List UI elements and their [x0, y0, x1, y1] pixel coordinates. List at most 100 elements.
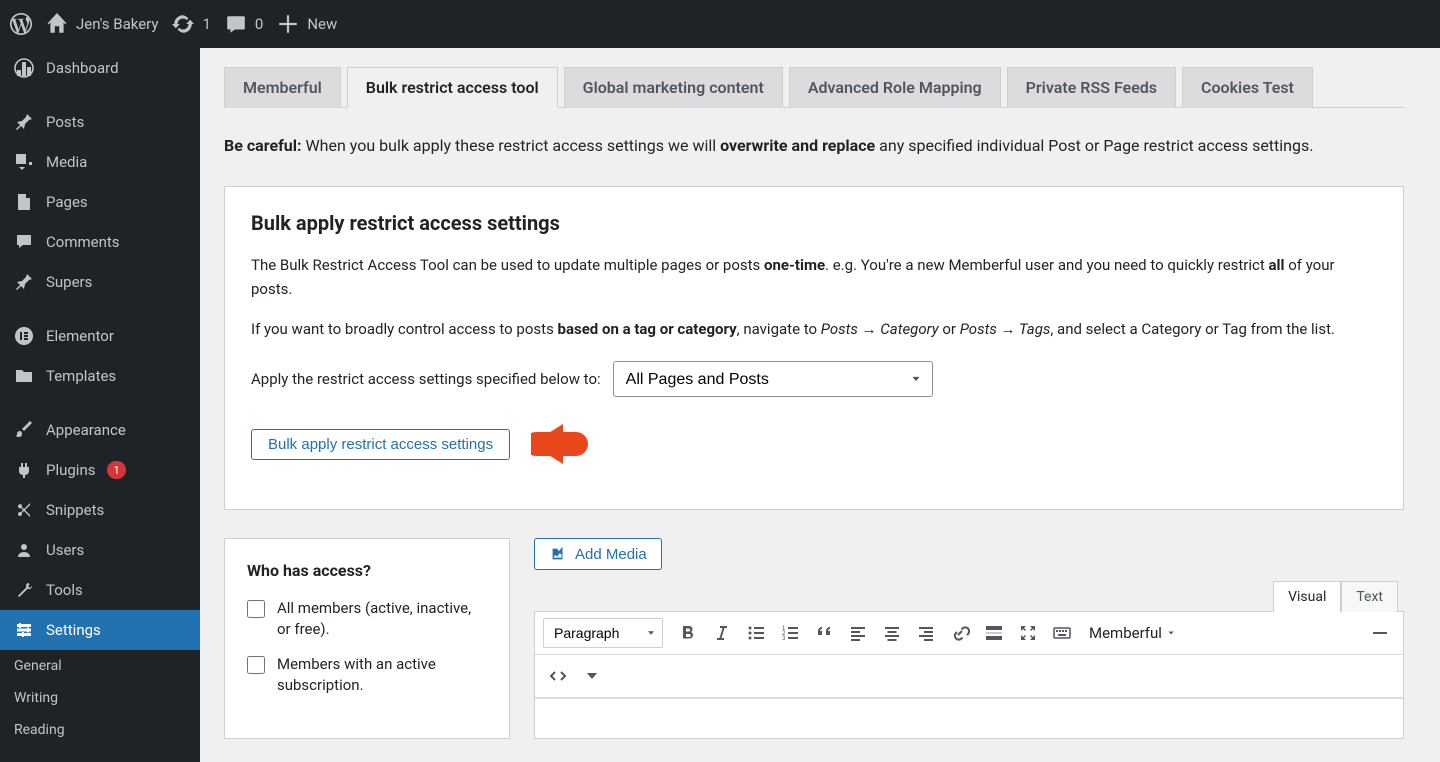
sidebar-item-label: Users — [46, 541, 84, 559]
new-label: New — [307, 15, 337, 33]
access-option-active-sub[interactable]: Members with an active subscription. — [247, 654, 487, 696]
sidebar-item-users[interactable]: Users — [0, 530, 200, 570]
admin-bar: Jen's Bakery 1 0 New — [0, 0, 1440, 48]
bulk-apply-button[interactable]: Bulk apply restrict access settings — [251, 429, 510, 460]
sidebar-item-settings[interactable]: Settings — [0, 610, 200, 650]
fullscreen-icon — [1018, 623, 1038, 643]
sidebar-item-elementor[interactable]: Elementor — [0, 316, 200, 356]
minus-icon — [1370, 623, 1390, 643]
bold-button[interactable] — [673, 618, 703, 648]
wrench-icon — [14, 580, 34, 600]
sidebar-item-supers[interactable]: Supers — [0, 262, 200, 302]
active-sub-checkbox[interactable] — [247, 656, 265, 674]
italic-icon — [712, 623, 732, 643]
editor-tab-text[interactable]: Text — [1341, 581, 1398, 612]
comments-count: 0 — [255, 15, 263, 33]
blockquote-button[interactable] — [809, 618, 839, 648]
italic-button[interactable] — [707, 618, 737, 648]
sidebar-item-label: Media — [46, 153, 87, 171]
plugins-badge: 1 — [107, 461, 125, 479]
align-left-icon — [848, 623, 868, 643]
elementor-icon — [14, 326, 34, 346]
sidebar-item-dashboard[interactable]: Dashboard — [0, 48, 200, 88]
keyboard-button[interactable] — [1047, 618, 1077, 648]
sidebar-item-appearance[interactable]: Appearance — [0, 410, 200, 450]
sidebar-item-label: Dashboard — [46, 59, 119, 77]
sidebar-item-pages[interactable]: Pages — [0, 182, 200, 222]
numbered-list-button[interactable]: 123 — [775, 618, 805, 648]
more-toolbar-button[interactable] — [577, 661, 607, 691]
new-link[interactable]: New — [277, 13, 337, 35]
align-center-button[interactable] — [877, 618, 907, 648]
editor-area: Add Media Visual Text Paragraph — [534, 538, 1404, 739]
sidebar-item-comments[interactable]: Comments — [0, 222, 200, 262]
tab-global-marketing[interactable]: Global marketing content — [564, 67, 783, 108]
editor-canvas[interactable] — [535, 698, 1403, 738]
sidebar-item-label: Pages — [46, 193, 88, 211]
editor-box: Paragraph 123 — [534, 611, 1404, 739]
code-button[interactable] — [543, 661, 573, 691]
sidebar-item-label: Snippets — [46, 501, 104, 519]
sidebar-sub-writing[interactable]: Writing — [0, 682, 200, 714]
who-has-access-panel: Who has access? All members (active, ina… — [224, 538, 510, 739]
sidebar-sub-general[interactable]: General — [0, 650, 200, 682]
editor-toolbar-2 — [535, 655, 1403, 698]
apply-target-select[interactable]: All Pages and Posts — [613, 361, 933, 397]
sidebar-item-templates[interactable]: Templates — [0, 356, 200, 396]
plug-icon — [14, 460, 34, 480]
chevron-down-icon — [1166, 628, 1176, 638]
comment-icon — [14, 232, 34, 252]
editor-tab-visual[interactable]: Visual — [1273, 581, 1341, 612]
list-ol-icon: 123 — [780, 623, 800, 643]
chevron-down-icon — [582, 666, 602, 686]
tab-memberful[interactable]: Memberful — [224, 67, 341, 108]
sidebar-item-plugins[interactable]: Plugins 1 — [0, 450, 200, 490]
pin-icon — [14, 272, 34, 292]
access-option-all-members[interactable]: All members (active, inactive, or free). — [247, 598, 487, 640]
align-left-button[interactable] — [843, 618, 873, 648]
bulk-apply-panel: Bulk apply restrict access settings The … — [224, 186, 1404, 510]
sidebar-item-snippets[interactable]: Snippets — [0, 490, 200, 530]
tab-nav: Memberful Bulk restrict access tool Glob… — [224, 66, 1404, 108]
comments-link[interactable]: 0 — [225, 13, 263, 35]
sidebar-item-label: Settings — [46, 621, 101, 639]
sidebar-item-label: Plugins — [46, 461, 95, 479]
sidebar-item-media[interactable]: Media — [0, 142, 200, 182]
tab-bulk-restrict[interactable]: Bulk restrict access tool — [347, 67, 558, 108]
toolbar-toggle-button[interactable] — [1365, 618, 1395, 648]
user-icon — [14, 540, 34, 560]
sidebar-item-label: Appearance — [46, 421, 126, 439]
readmore-icon — [984, 623, 1004, 643]
tab-private-rss[interactable]: Private RSS Feeds — [1007, 67, 1176, 108]
sidebar-item-label: Comments — [46, 233, 120, 251]
site-home-link[interactable]: Jen's Bakery — [46, 13, 158, 35]
sidebar-item-label: Posts — [46, 113, 84, 131]
align-right-button[interactable] — [911, 618, 941, 648]
page-icon — [14, 192, 34, 212]
sidebar-item-posts[interactable]: Posts — [0, 102, 200, 142]
updates-count: 1 — [202, 15, 210, 33]
all-members-checkbox[interactable] — [247, 600, 265, 618]
link-button[interactable] — [945, 618, 975, 648]
align-right-icon — [916, 623, 936, 643]
sidebar-item-label: Templates — [46, 367, 116, 385]
updates-link[interactable]: 1 — [172, 13, 210, 35]
read-more-button[interactable] — [979, 618, 1009, 648]
dashboard-icon — [14, 58, 34, 78]
tab-cookies-test[interactable]: Cookies Test — [1182, 67, 1313, 108]
wp-logo[interactable] — [10, 13, 32, 35]
code-icon — [548, 666, 568, 686]
panel-description-1: The Bulk Restrict Access Tool can be use… — [251, 253, 1377, 301]
format-select[interactable]: Paragraph — [543, 618, 663, 648]
tab-advanced-role[interactable]: Advanced Role Mapping — [789, 67, 1001, 108]
media-icon — [14, 152, 34, 172]
bullet-list-button[interactable] — [741, 618, 771, 648]
sidebar-item-tools[interactable]: Tools — [0, 570, 200, 610]
add-media-button[interactable]: Add Media — [534, 538, 662, 570]
quote-icon — [814, 623, 834, 643]
keyboard-icon — [1052, 623, 1072, 643]
fullscreen-button[interactable] — [1013, 618, 1043, 648]
editor-mode-tabs: Visual Text — [534, 580, 1404, 611]
sidebar-sub-reading[interactable]: Reading — [0, 714, 200, 746]
memberful-dropdown[interactable]: Memberful — [1081, 620, 1184, 646]
